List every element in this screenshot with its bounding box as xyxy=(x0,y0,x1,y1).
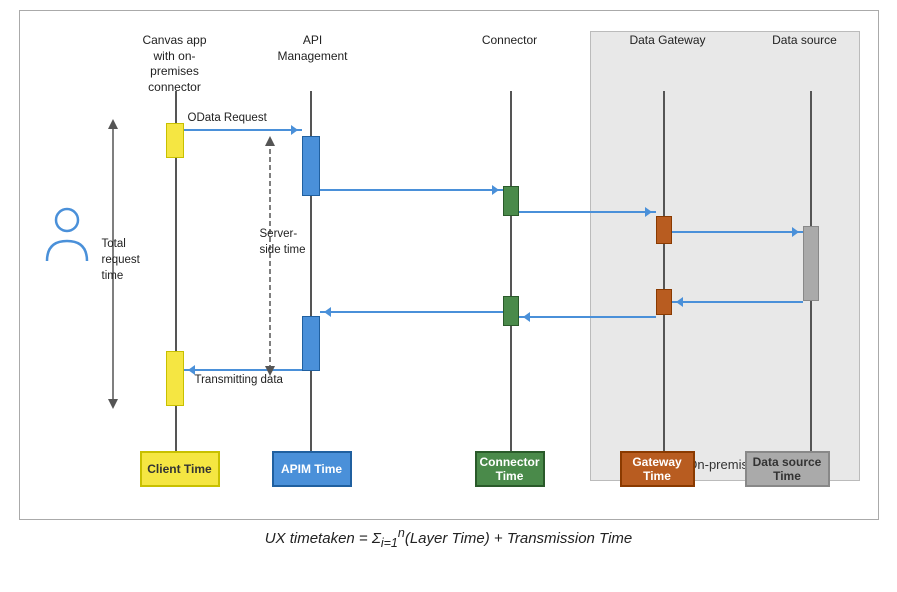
arrow-gateway-connector-return xyxy=(519,316,656,318)
col-header-datasource: Data source xyxy=(765,33,845,49)
block-connector-top xyxy=(503,186,519,216)
diagram-area: On-premises Canvas appwith on-premisesco… xyxy=(19,10,879,520)
block-connector-bottom xyxy=(503,296,519,326)
arrow-connector-gateway-top xyxy=(519,211,656,213)
onprem-box: On-premises xyxy=(590,31,860,481)
arrow-odata-request xyxy=(184,129,302,131)
arrow-connector-api-return xyxy=(320,311,503,313)
label-transmitting: Transmitting data xyxy=(195,373,283,388)
legend-connector-time: ConnectorTime xyxy=(475,451,545,487)
formula-area: UX timetaken = Σi=1n(Layer Time) + Trans… xyxy=(265,526,633,550)
legend-client-time: Client Time xyxy=(140,451,220,487)
col-header-canvas: Canvas appwith on-premisesconnector xyxy=(130,33,220,95)
block-api-bottom xyxy=(302,316,320,371)
arrow-gateway-datasource xyxy=(672,231,803,233)
label-total-request: Totalrequesttime xyxy=(102,236,140,284)
block-gateway-bottom xyxy=(656,289,672,315)
timeline-gateway xyxy=(663,91,665,451)
block-canvas-top xyxy=(166,123,184,158)
person-icon xyxy=(42,206,92,271)
formula-text: UX timetaken = Σi=1n(Layer Time) + Trans… xyxy=(265,530,633,547)
label-odata-request: OData Request xyxy=(188,111,267,126)
col-header-gateway: Data Gateway xyxy=(628,33,708,49)
timeline-connector xyxy=(510,91,512,451)
col-header-connector: Connector xyxy=(475,33,545,49)
legend-datasource-time: Data sourceTime xyxy=(745,451,830,487)
arrow-api-connector-top xyxy=(320,189,503,191)
block-datasource xyxy=(803,226,819,301)
main-container: On-premises Canvas appwith on-premisesco… xyxy=(0,0,897,592)
label-server-side: Server-side time xyxy=(260,226,306,258)
legend-apim-time: APIM Time xyxy=(272,451,352,487)
arrow-datasource-gateway-return xyxy=(672,301,803,303)
legend-gateway-time: GatewayTime xyxy=(620,451,695,487)
block-api-top xyxy=(302,136,320,196)
block-gateway-top xyxy=(656,216,672,244)
block-canvas-bottom xyxy=(166,351,184,406)
col-header-api: API Management xyxy=(268,33,358,64)
